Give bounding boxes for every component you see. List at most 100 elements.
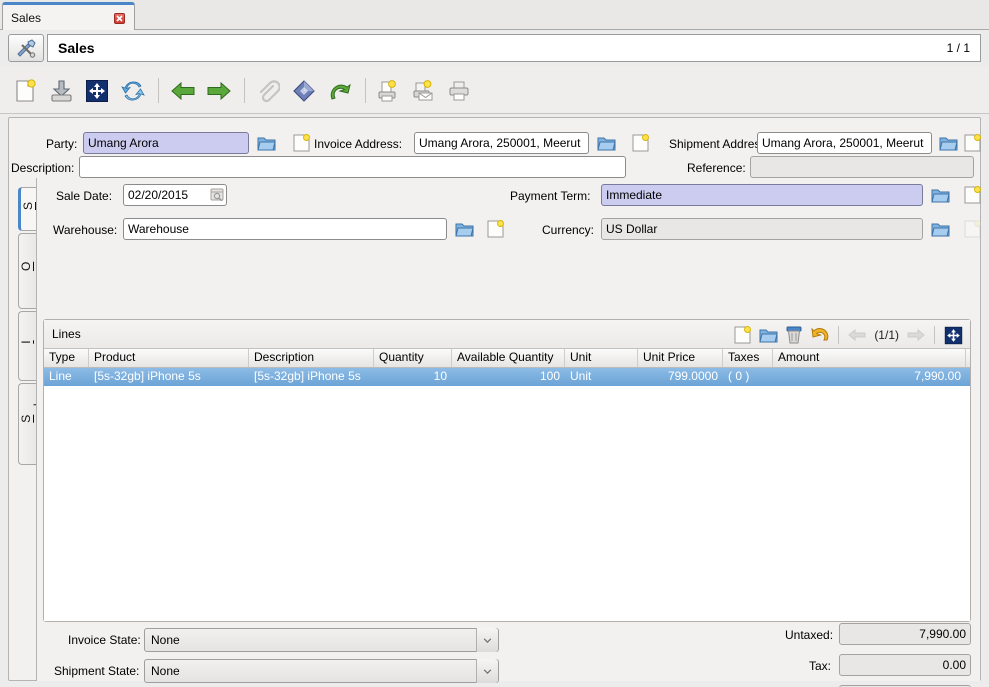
description-input[interactable] [79,156,626,178]
save-record-icon[interactable] [46,76,76,106]
table-cell: 100 [539,369,560,383]
shipment-state-value: None [151,664,180,678]
line-undelete-icon[interactable] [807,324,833,347]
title-row: Sales 1 / 1 [0,31,989,64]
currency-new-icon [961,218,983,240]
warehouse-label: Warehouse: [53,223,118,237]
table-row[interactable]: Line [5s-32gb] iPhone 5s [5s-32gb] iPhone … [44,368,970,386]
close-icon[interactable] [114,13,125,24]
sale-tab-content: Sale Date: 02/20/2015 Payment Term: Imme… [36,178,983,687]
currency-open-icon[interactable] [929,218,951,240]
description-label: Description: [11,161,75,175]
lines-grid[interactable]: Type Product Description Quantity Available … [44,349,970,621]
column-header[interactable]: Type [44,349,89,367]
sale-form-panel: Party: Umang Arora Invoice Address: Uman… [8,117,983,687]
record-counter: 1 / 1 [946,41,970,55]
tab-sales[interactable]: Sales [2,2,135,30]
line-previous-icon [844,324,870,347]
chevron-down-icon [476,628,498,652]
shipment-state-select: None [144,659,499,683]
column-header[interactable]: Taxes [723,349,773,367]
party-label: Party: [46,137,78,151]
reload-icon[interactable] [118,76,148,106]
new-record-icon[interactable] [10,76,40,106]
shipment-state-label: Shipment State: [54,664,140,678]
table-cell: [5s-32gb] iPhone 5s [254,369,361,383]
payment-term-open-icon[interactable] [929,184,951,206]
lines-toolbar: (1/1) [729,323,966,347]
table-cell: 7,990.00 [914,369,961,383]
calendar-icon[interactable] [209,186,225,202]
lines-toolbar-separator [934,326,935,344]
table-cell: [5s-32gb] iPhone 5s [94,369,201,383]
column-header[interactable]: Quantity [374,349,452,367]
action-icon[interactable] [289,76,319,106]
page-title: Sales [58,40,95,56]
tools-icon[interactable] [8,34,44,62]
column-header[interactable]: Description [249,349,374,367]
shipment-address-new-icon[interactable] [961,132,983,154]
page-title-field: Sales 1 / 1 [47,34,981,62]
tab-sales-label: Sales [11,10,42,25]
toolbar-separator [365,78,366,103]
party-open-icon[interactable] [255,132,277,154]
invoice-address-input[interactable]: Umang Arora, 250001, Meerut [414,132,589,154]
email-icon[interactable] [408,76,438,106]
lines-grid-header: Type Product Description Quantity Available … [44,349,970,368]
table-cell: ( 0 ) [728,369,750,383]
untaxed-label: Untaxed: [785,628,834,642]
column-header[interactable]: Amount [773,349,966,367]
payment-term-new-icon[interactable] [961,184,983,206]
line-open-icon[interactable] [755,324,781,347]
currency-input: US Dollar [601,218,923,240]
column-header[interactable]: Unit Price [638,349,723,367]
lines-toolbar-separator [838,326,840,344]
shipment-address-open-icon[interactable] [937,132,959,154]
lines-group: Lines (1/1) Type Product Description Qua… [43,319,971,622]
column-header[interactable]: Unit [565,349,638,367]
sale-date-label: Sale Date: [56,189,113,203]
main-toolbar [0,66,989,114]
toolbar-separator [244,78,245,103]
switch-view-icon[interactable] [82,76,112,106]
lines-grid-body: Line [5s-32gb] iPhone 5s [5s-32gb] iPhone … [44,368,970,386]
table-cell: Unit [570,369,592,383]
tax-label: Tax: [809,659,832,673]
print-icon[interactable] [444,76,474,106]
invoice-address-label: Invoice Address: [314,137,403,151]
previous-record-icon[interactable] [168,76,198,106]
invoice-state-label: Invoice State: [68,633,141,647]
tab-bar: Sales [0,0,989,30]
line-next-icon [903,324,929,347]
lines-page-indicator: (1/1) [874,328,899,342]
warehouse-input[interactable]: Warehouse [123,218,447,240]
invoice-address-open-icon[interactable] [595,132,617,154]
shipment-address-label: Shipment Address: [669,137,770,151]
payment-term-input[interactable]: Immediate [601,184,923,206]
party-input[interactable]: Umang Arora [83,132,249,154]
line-switch-view-icon[interactable] [940,324,966,347]
table-cell: 799.0000 [667,369,718,383]
table-cell: Line [49,369,72,383]
line-delete-icon[interactable] [781,324,807,347]
party-new-icon[interactable] [290,132,312,154]
warehouse-open-icon[interactable] [453,218,475,240]
lines-title: Lines [52,327,81,341]
tax-value: 0.00 [839,654,971,676]
tryton-sales-window: Sales Sales 1 / 1 Party: Umang Arora Inv… [0,0,989,687]
lines-header: Lines (1/1) [44,320,970,349]
next-record-icon[interactable] [204,76,234,106]
reference-input [750,156,974,178]
table-cell: 10 [433,369,447,383]
invoice-state-value: None [151,633,180,647]
report-icon[interactable] [372,76,402,106]
line-new-icon[interactable] [729,324,755,347]
invoice-address-new-icon[interactable] [629,132,651,154]
warehouse-new-icon[interactable] [484,218,506,240]
relate-icon[interactable] [325,76,355,106]
column-header[interactable]: Available Quantity [452,349,565,367]
currency-label: Currency: [542,223,595,237]
shipment-address-input[interactable]: Umang Arora, 250001, Meerut [757,132,932,154]
column-header[interactable]: Product [89,349,249,367]
invoice-state-select: None [144,628,499,652]
